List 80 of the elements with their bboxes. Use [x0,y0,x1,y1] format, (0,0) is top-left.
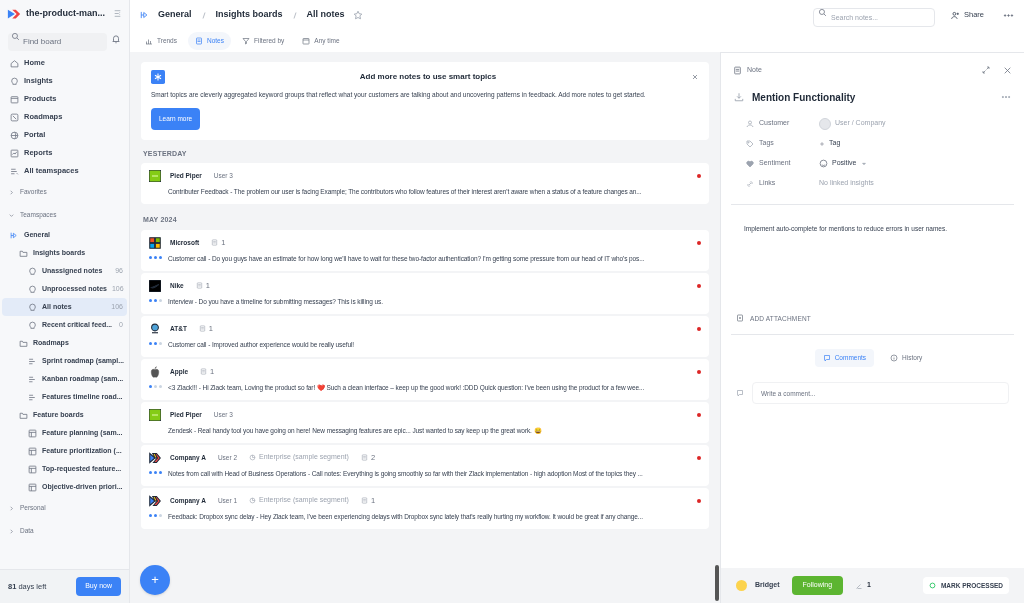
home-icon [10,58,19,68]
scrollbar-thumb[interactable] [715,565,719,601]
folder-icon [19,338,28,348]
globe-logo-icon [149,322,161,335]
table-icon [28,464,37,474]
note-title: Mention Functionality [752,90,857,105]
workspace-name[interactable]: the-product-man... [26,6,108,21]
calendar-icon [302,37,311,45]
table-icon [28,446,37,456]
speech-bubble-icon [736,389,744,397]
close-icon [1003,65,1012,75]
smiley-icon [819,159,828,168]
sparkle-icon [151,70,165,84]
note-icon [733,65,742,75]
attachment-icon [736,314,744,323]
note-card[interactable] [141,487,709,529]
circle-icon [928,582,936,589]
teamspace-icon [140,10,150,20]
lines-icon [28,374,37,384]
banner-title: Add more notes to use smart topics [358,71,498,83]
roadmap-icon [10,112,19,122]
caret-icon [860,160,867,167]
person-icon [746,119,754,128]
link-icon [746,179,754,188]
info-icon [890,354,899,363]
close-icon [691,73,699,81]
lightbulb-icon [10,76,19,86]
document-icon [195,282,203,289]
note-icon [195,37,203,45]
document-icon [200,368,208,375]
star-icon [352,10,363,20]
add-note-button[interactable]: + [140,565,170,595]
board-search-field[interactable]: Find board [8,32,107,51]
list-icon [10,166,19,176]
table-icon [28,428,37,438]
four-squares-logo-icon [149,236,161,249]
swoosh-logo-icon [149,279,161,292]
note-card[interactable] [141,444,709,486]
breadcrumb-link[interactable]: Insights boards [215,8,283,22]
lines-icon [28,356,37,366]
lines-icon [28,392,37,402]
avatar-placeholder [819,117,831,130]
speech-bubble-icon [822,354,831,363]
avatar-placeholder [736,580,747,591]
pie-icon [249,497,257,504]
plus-icon [819,140,825,147]
expand-icon [982,66,990,75]
chevron-right-icon [8,504,15,512]
breadcrumb-link[interactable]: All notes [306,8,345,22]
folder-icon [19,248,28,258]
square-logo-icon [149,170,161,182]
calendar-icon [10,94,19,104]
pie-icon [249,454,257,461]
document-icon [360,497,368,504]
search-icon [818,8,827,17]
person-add-icon [951,10,960,20]
search-icon [11,31,20,41]
chart-icon [10,148,19,158]
chevron-right-icon [8,188,15,196]
bar-chart-icon [145,37,153,45]
download-icon [734,92,744,102]
bell-icon [111,34,121,44]
chevron-right-icon [8,527,15,535]
tag-icon [746,139,754,148]
document-icon [211,239,219,246]
document-icon [198,325,206,332]
teamspace-icon [10,230,19,240]
globe-icon [10,130,19,140]
heart-icon [746,159,754,168]
collapse-sidebar-icon [113,9,122,18]
apple-logo-icon [149,365,161,378]
chevron-logo-icon [149,451,161,464]
table-icon [28,482,37,492]
chevron-logo-icon [149,494,161,507]
filter-icon [242,37,250,45]
chevron-down-icon [8,211,15,219]
document-icon [360,454,368,461]
breadcrumb-link[interactable]: General [158,8,192,22]
square-logo-icon [149,408,161,421]
folder-icon [19,410,28,420]
